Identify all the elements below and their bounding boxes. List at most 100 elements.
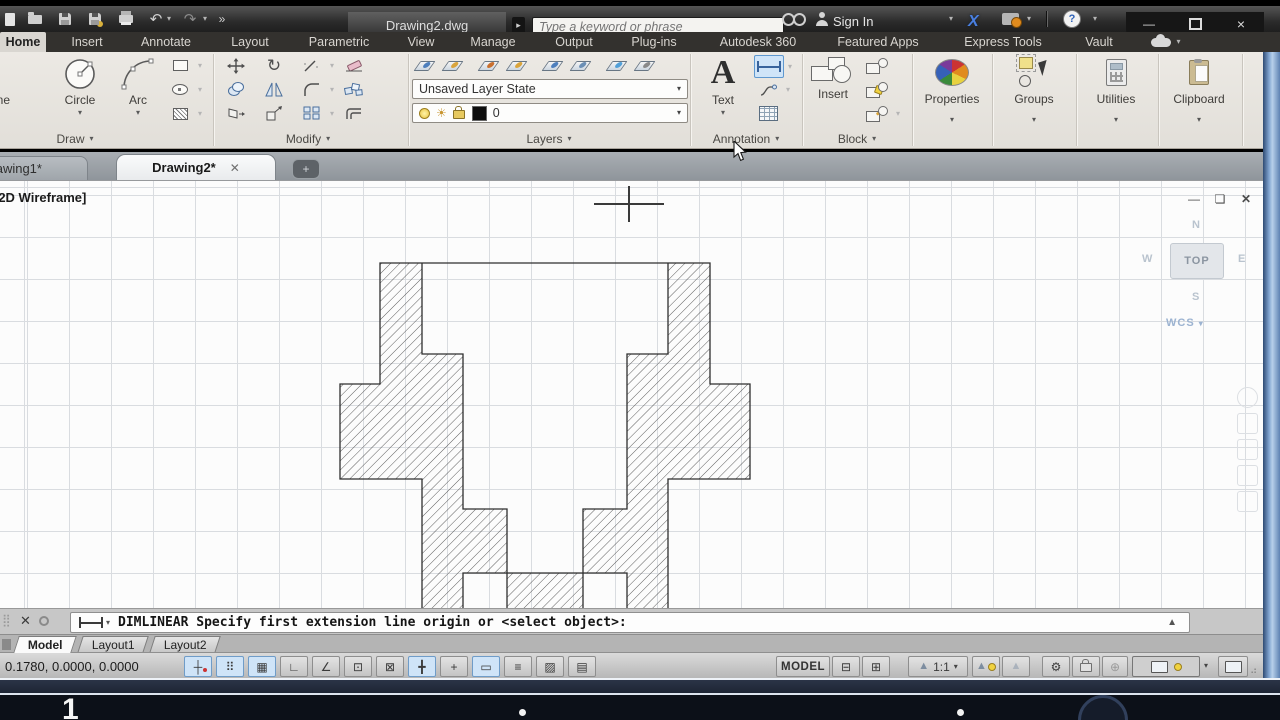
command-recent-caret[interactable]: ▾ (106, 618, 110, 627)
redo-dropdown-caret[interactable]: ▾ (200, 9, 210, 29)
tab-autodesk360[interactable]: Autodesk 360 (702, 32, 814, 52)
tab-annotate[interactable]: Annotate (128, 32, 204, 52)
navbar-more-icon[interactable] (1237, 491, 1258, 512)
undo-icon[interactable]: ↶ (146, 9, 166, 29)
layer-freeze-sun-icon[interactable]: ☀ (436, 107, 447, 119)
quick-view-layouts-icon[interactable]: ⊟ (832, 656, 860, 677)
title-expand-arrow[interactable]: ▸ (512, 17, 525, 33)
text-button[interactable]: A Text ▾ (698, 54, 748, 117)
circle-dropdown-caret[interactable]: ▾ (78, 109, 82, 117)
viewcube-north[interactable]: N (1192, 219, 1200, 231)
hatch-dropdown-caret[interactable]: ▾ (194, 103, 206, 124)
trim-button[interactable] (298, 55, 326, 76)
command-close-icon[interactable]: ✕ (20, 613, 31, 629)
maximize-button[interactable] (1178, 16, 1212, 32)
file-tab-close-icon[interactable]: ✕ (230, 161, 240, 175)
object-snap-3d-toggle[interactable]: ⊠ (376, 656, 404, 677)
command-input-bar[interactable]: ▾ DIMLINEAR Specify first extension line… (70, 612, 1190, 633)
array-button[interactable] (298, 103, 326, 124)
rotate-button[interactable]: ↻ (260, 55, 288, 76)
rectangle-dropdown-caret[interactable]: ▾ (194, 55, 206, 76)
scale-button[interactable] (260, 103, 288, 124)
close-button[interactable]: × (1224, 16, 1258, 32)
layer-copy-to-icon[interactable] (502, 55, 530, 76)
panel-modify-label[interactable]: Modify ▾ (238, 131, 378, 146)
isolate-objects-group[interactable] (1132, 656, 1200, 677)
grid-display-toggle[interactable]: ▦ (248, 656, 276, 677)
object-snap-tracking-toggle[interactable]: ╋ (408, 656, 436, 677)
tab-featured-apps[interactable]: Featured Apps (820, 32, 936, 52)
panel-groups[interactable]: Groups ▾ (994, 54, 1074, 146)
help-dropdown-caret[interactable]: ▾ (1090, 9, 1100, 29)
annotation-scale-button[interactable]: ▲ 1:1 ▾ (908, 656, 968, 677)
transparency-toggle[interactable]: ▨ (536, 656, 564, 677)
trim-dropdown-caret[interactable]: ▾ (326, 55, 338, 76)
tab-manage[interactable]: Manage (456, 32, 530, 52)
create-block-button[interactable] (864, 55, 892, 76)
status-overflow-caret[interactable]: ▾ (1204, 662, 1208, 670)
layout-tab-model[interactable]: Model (13, 636, 77, 653)
ortho-mode-toggle[interactable]: ∟ (280, 656, 308, 677)
layer-match-icon[interactable] (438, 55, 466, 76)
viewcube-west[interactable]: W (1142, 253, 1152, 265)
mirror-button[interactable] (260, 79, 288, 100)
navbar-wheel-icon[interactable] (1237, 387, 1258, 408)
tab-vault[interactable]: Vault (1072, 32, 1126, 52)
panel-block-label[interactable]: Block ▾ (787, 131, 927, 146)
move-button[interactable] (222, 55, 250, 76)
command-prompt-text[interactable]: DIMLINEAR Specify first extension line o… (118, 615, 627, 630)
viewcube-top-face[interactable]: TOP (1170, 243, 1224, 279)
snap-mode-toggle[interactable]: ⠿ (216, 656, 244, 677)
dynamic-input-toggle[interactable]: ▭ (472, 656, 500, 677)
hatch-button[interactable] (166, 103, 194, 124)
quick-access-more-icon[interactable]: » (212, 9, 232, 29)
search-binoculars-icon[interactable] (778, 9, 806, 29)
sign-in-dropdown-caret[interactable]: ▾ (946, 9, 956, 29)
annotation-autoscale-icon[interactable]: ▲ (1002, 656, 1030, 677)
ellipse-dropdown-caret[interactable]: ▾ (194, 79, 206, 100)
dimension-dropdown-caret[interactable]: ▾ (784, 56, 796, 77)
open-icon[interactable] (25, 9, 45, 29)
tab-output[interactable]: Output (544, 32, 604, 52)
layer-unisolate-icon[interactable] (630, 55, 658, 76)
erase-button[interactable] (340, 55, 368, 76)
layout-tab-layout2[interactable]: Layout2 (149, 636, 221, 653)
workspace-gear-icon[interactable]: ⚙ (1042, 656, 1070, 677)
offset-button[interactable] (340, 103, 368, 124)
navbar-orbit-icon[interactable] (1237, 465, 1258, 486)
viewport-restore-icon[interactable]: ❏ (1210, 192, 1230, 206)
clean-screen-icon[interactable] (1218, 656, 1248, 677)
tab-home[interactable]: Home (0, 32, 46, 52)
copy-button[interactable] (222, 79, 250, 100)
save-as-icon[interactable] (85, 9, 105, 29)
panel-utilities[interactable]: Utilities ▾ (1077, 54, 1155, 146)
polyline-button[interactable]: Polyline (0, 54, 18, 107)
tab-express-tools[interactable]: Express Tools (948, 32, 1058, 52)
plot-icon[interactable] (116, 9, 136, 29)
fillet-dropdown-caret[interactable]: ▾ (326, 79, 338, 100)
file-tab-drawing1[interactable]: Drawing1* (0, 156, 88, 180)
tab-layout[interactable]: Layout (220, 32, 280, 52)
define-attributes-button[interactable] (864, 103, 892, 124)
layer-on-bulb-icon[interactable] (419, 107, 430, 119)
redo-icon[interactable]: ↷ (180, 9, 200, 29)
tab-plugins[interactable]: Plug-ins (616, 32, 692, 52)
panel-groups-caret[interactable]: ▾ (1032, 115, 1036, 124)
layer-properties-icon[interactable] (410, 55, 438, 76)
new-file-tab-button[interactable]: + (292, 159, 320, 179)
sign-in-button[interactable]: Sign In (833, 14, 873, 29)
lineweight-toggle[interactable]: ≡ (504, 656, 532, 677)
layer-state-combobox[interactable]: Unsaved Layer State ▾ (412, 79, 688, 99)
layer-previous-icon[interactable] (538, 55, 566, 76)
layer-isolate-icon[interactable] (602, 55, 630, 76)
performance-globe-icon[interactable]: ⊕ (1102, 656, 1128, 677)
help-icon[interactable]: ? (1062, 9, 1082, 29)
file-tab-drawing2[interactable]: Drawing2* ✕ (116, 154, 276, 180)
connect-dropdown-caret[interactable]: ▾ (1024, 9, 1034, 29)
layer-combobox[interactable]: ☀ 0 ▾ (412, 103, 688, 123)
drawing-viewport[interactable]: [2D Wireframe] — ❏ ✕ N W E S TOP WCS ▾ (0, 180, 1263, 609)
layer-states-icon[interactable] (566, 55, 594, 76)
panel-clipboard[interactable]: Clipboard ▾ (1159, 54, 1239, 146)
ellipse-button[interactable] (166, 79, 194, 100)
annotation-scale-caret[interactable]: ▾ (954, 662, 958, 671)
